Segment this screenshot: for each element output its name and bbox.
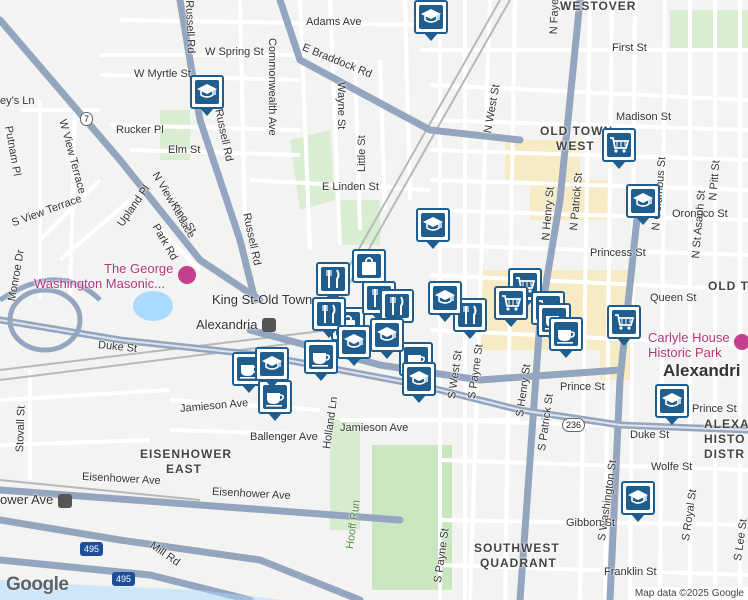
map-marker-school[interactable] — [190, 75, 224, 116]
coffee-cup-icon — [312, 353, 330, 367]
landmark-icon[interactable] — [734, 334, 748, 350]
fork-knife-icon — [322, 304, 336, 323]
neighborhood-label-alexandria-historic-line2: HISTO — [704, 432, 746, 446]
poi-label-masonic-line1[interactable]: The George — [104, 261, 173, 277]
graduation-cap-icon — [262, 356, 282, 370]
map-marker-school[interactable] — [255, 347, 289, 388]
neighborhood-label-old-town-west-line2: WEST — [556, 139, 595, 153]
coffee-cup-icon — [266, 393, 284, 407]
shopping-bag-icon — [362, 257, 376, 275]
map-attribution[interactable]: Map data ©2025 Google — [630, 587, 748, 600]
graduation-cap-icon — [435, 290, 455, 304]
map-marker-school[interactable] — [621, 481, 655, 522]
map-marker-school[interactable] — [416, 208, 450, 249]
street-label-princess-st: Princess St — [590, 247, 646, 259]
poi-label-eisenhower-station[interactable]: ower Ave — [0, 492, 53, 508]
street-label-commonwealth-ave: Commonwealth Ave — [266, 38, 278, 136]
street-label-w-spring-st: W Spring St — [205, 46, 264, 58]
map-marker-school[interactable] — [655, 384, 689, 425]
museum-icon[interactable] — [178, 266, 196, 284]
street-label-wayne-st: Wayne St — [335, 82, 347, 130]
map-marker-school[interactable] — [370, 318, 404, 359]
street-label-duke-st-e: Duke St — [630, 429, 670, 441]
fork-knife-icon — [326, 269, 340, 288]
graduation-cap-icon — [633, 193, 653, 207]
map-marker-shopping[interactable] — [352, 249, 386, 290]
neighborhood-label-alexandria-historic-line3: DISTR — [704, 447, 745, 461]
street-label-prince-st: Prince St — [560, 381, 605, 393]
graduation-cap-icon — [377, 327, 397, 341]
poi-label-masonic-line2[interactable]: Washington Masonic... — [34, 276, 165, 292]
coffee-cup-icon — [557, 330, 575, 344]
train-station-icon[interactable] — [262, 318, 276, 332]
street-label-wolfe-st: Wolfe St — [651, 461, 693, 473]
shopping-cart-icon — [615, 314, 635, 330]
metro-station-icon[interactable] — [58, 494, 72, 508]
street-label-ballenger-ave: Ballenger Ave — [250, 431, 318, 443]
neighborhood-label-old-town: OLD T — [708, 279, 748, 293]
street-label-elm-st: Elm St — [168, 144, 201, 156]
poi-label-carlyle-line2[interactable]: Historic Park — [648, 345, 722, 361]
poi-label-king-st-station[interactable]: King St-Old Town — [212, 292, 312, 308]
map-marker-school[interactable] — [414, 0, 448, 41]
graduation-cap-icon — [628, 490, 648, 504]
street-label-russell-rd-top: Russell Rd — [183, 0, 197, 54]
fork-knife-icon — [390, 296, 404, 315]
graduation-cap-icon — [344, 334, 364, 348]
neighborhood-label-westover: WESTOVER — [560, 0, 637, 13]
street-label-madison-st: Madison St — [616, 111, 672, 123]
shopping-cart-icon — [502, 295, 522, 311]
street-label-prince-st-2: Prince St — [692, 403, 737, 415]
map-marker-cafe[interactable] — [304, 340, 338, 381]
map-marker-cafe[interactable] — [549, 317, 583, 358]
map-marker-grocery[interactable] — [494, 286, 528, 327]
street-label-little-st: Little St — [356, 135, 368, 172]
neighborhood-label-alexandria-historic-line1: ALEXA — [704, 417, 748, 431]
shopping-cart-icon — [610, 137, 630, 153]
street-label-e-linden-st: E Linden St — [322, 181, 379, 193]
street-label-w-myrtle-st: W Myrtle St — [134, 68, 191, 80]
graduation-cap-icon — [197, 84, 217, 98]
map-canvas[interactable]: Adams Ave W Spring St E Braddock Rd W My… — [0, 0, 748, 600]
street-label-jamieson-ave-e: Jamieson Ave — [340, 422, 409, 434]
route-shield-i495-a: 495 — [80, 542, 104, 556]
route-shield-i495-b: 495 — [112, 572, 136, 586]
map-marker-school[interactable] — [402, 362, 436, 403]
neighborhood-label-eisenhower-east-line2: EAST — [166, 462, 203, 476]
google-logo: Google — [6, 574, 69, 595]
route-shield-va236: 236 — [562, 418, 586, 432]
map-marker-school[interactable] — [337, 325, 371, 366]
street-label-keys-ln: ey's Ln — [0, 95, 35, 107]
street-label-franklin-st: Franklin St — [604, 566, 657, 578]
poi-label-carlyle-line1[interactable]: Carlyle House — [648, 330, 730, 346]
street-label-stovall-st: Stovall St — [14, 405, 28, 453]
map-marker-school[interactable] — [626, 184, 660, 225]
graduation-cap-icon — [421, 9, 441, 23]
neighborhood-label-eisenhower-east-line1: EISENHOWER — [140, 447, 233, 461]
poi-label-alexandria-station[interactable]: Alexandria — [196, 317, 257, 333]
graduation-cap-icon — [662, 393, 682, 407]
neighborhood-label-southwest-quadrant-line1: SOUTHWEST — [474, 541, 560, 555]
street-label-queen-st: Queen St — [650, 292, 697, 304]
graduation-cap-icon — [409, 371, 429, 385]
map-marker-grocery[interactable] — [602, 128, 636, 169]
map-marker-grocery[interactable] — [607, 305, 641, 346]
map-marker-restaurant[interactable] — [316, 262, 350, 303]
neighborhood-label-southwest-quadrant-line2: QUADRANT — [480, 556, 557, 570]
street-label-first-st: First St — [612, 42, 647, 54]
route-shield-va7: 7 — [80, 112, 94, 126]
city-label-alexandria: Alexandri — [663, 361, 741, 380]
street-label-rucker-pl: Rucker Pl — [116, 124, 164, 136]
street-label-gibbon-st: Gibbon St — [566, 517, 615, 529]
street-label-adams-ave: Adams Ave — [306, 16, 362, 28]
map-marker-school[interactable] — [428, 281, 462, 322]
graduation-cap-icon — [423, 217, 443, 231]
